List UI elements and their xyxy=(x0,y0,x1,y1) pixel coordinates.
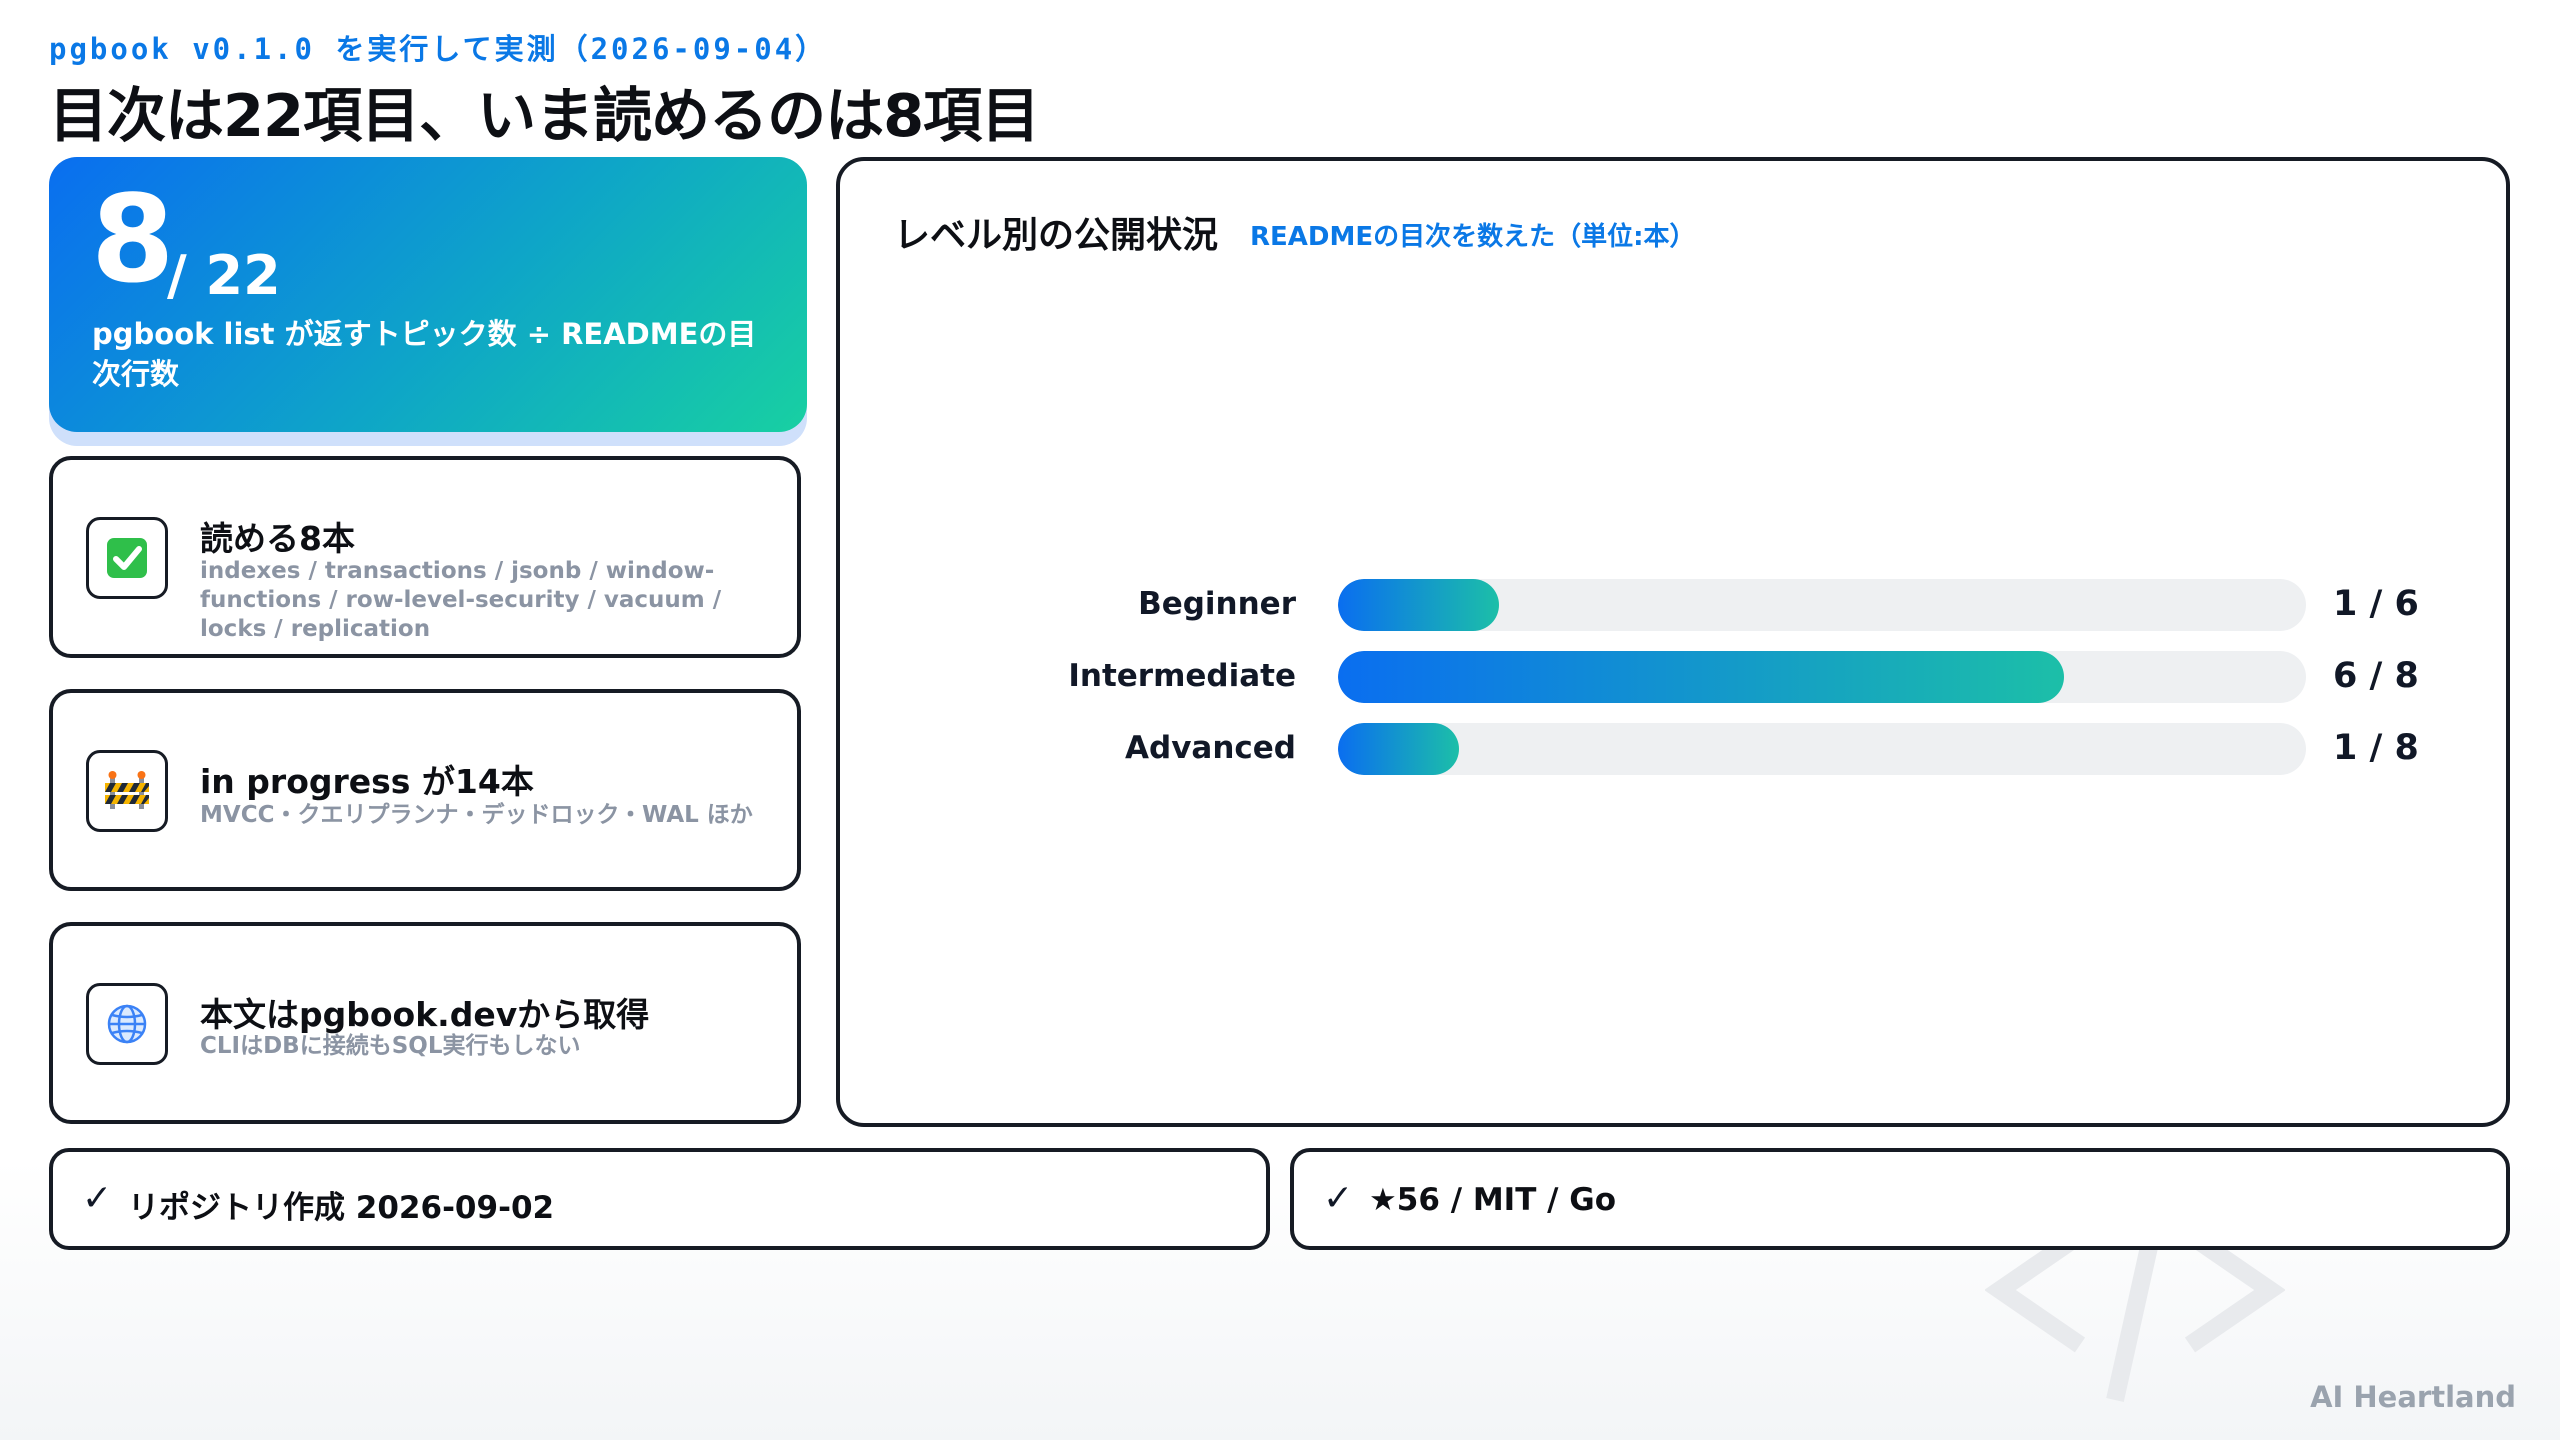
footer-stats-text: ★56 / MIT / Go xyxy=(1369,1182,1617,1218)
bar-row: Intermediate 6 / 8 xyxy=(840,651,2514,703)
bar-category-label: Advanced xyxy=(1125,730,1296,766)
bar-fill xyxy=(1338,579,1500,631)
footer-pill-created: ✓ リポジトリ作成 2026-09-02 xyxy=(49,1148,1270,1250)
bar-value-label: 6 / 8 xyxy=(2333,656,2419,696)
hero-readable-count: 8 xyxy=(91,171,175,310)
hero-stat-card: 8 / 22 pgbook list が返すトピック数 ÷ READMEの目次行… xyxy=(49,157,807,432)
footer-pill-stats: ✓ ★56 / MIT / Go xyxy=(1290,1148,2510,1250)
card-title: 読める8本 xyxy=(200,519,355,558)
footer-created-text: リポジトリ作成 2026-09-02 xyxy=(128,1190,555,1226)
bar-fill xyxy=(1338,651,2064,703)
globe-icon xyxy=(86,983,168,1065)
card-title: in progress が14本 xyxy=(200,762,534,801)
hero-caption: pgbook list が返すトピック数 ÷ READMEの目次行数 xyxy=(92,317,757,391)
info-card-readable: 読める8本 indexes / transactions / jsonb / w… xyxy=(49,456,801,658)
chart-panel: レベル別の公開状況 READMEの目次を数えた（単位:本） Beginner 1 … xyxy=(836,157,2510,1127)
chart-title: レベル別の公開状況 xyxy=(894,215,1219,256)
bar-value-label: 1 / 8 xyxy=(2333,728,2419,768)
bar-fill xyxy=(1338,723,1459,775)
bar-track xyxy=(1338,723,2306,775)
construction-barrier-icon xyxy=(86,750,168,832)
page-subtitle: pgbook v0.1.0 を実行して実測（2026-09-04） xyxy=(49,32,828,66)
check-icon: ✓ xyxy=(1323,1178,1354,1219)
bar-value-label: 1 / 6 xyxy=(2333,584,2419,624)
info-card-in-progress: in progress が14本 MVCC・クエリプランナ・デッドロック・WAL… xyxy=(49,689,801,891)
bar-category-label: Beginner xyxy=(1138,586,1296,622)
card-subtitle: MVCC・クエリプランナ・デッドロック・WAL ほか xyxy=(200,802,753,828)
bar-row: Advanced 1 / 8 xyxy=(840,723,2514,775)
bar-track xyxy=(1338,579,2306,631)
card-subtitle: CLIはDBに接続もSQL実行もしない xyxy=(200,1033,581,1059)
bar-row: Beginner 1 / 6 xyxy=(840,579,2514,631)
bar-track xyxy=(1338,651,2306,703)
check-mark-button-icon xyxy=(86,517,168,599)
card-subtitle: indexes / transactions / jsonb / window-… xyxy=(200,558,722,642)
bar-category-label: Intermediate xyxy=(1068,658,1296,694)
hero-total-count: / 22 xyxy=(167,244,281,307)
check-icon: ✓ xyxy=(82,1178,113,1219)
chart-note: READMEの目次を数えた（単位:本） xyxy=(1250,222,1696,252)
brand-label: AI Heartland xyxy=(2310,1380,2516,1414)
card-title: 本文はpgbook.devから取得 xyxy=(200,995,650,1034)
info-card-source: 本文はpgbook.devから取得 CLIはDBに接続もSQL実行もしない xyxy=(49,922,801,1124)
page-title: 目次は22項目、いま読めるのは8項目 xyxy=(49,81,1040,150)
